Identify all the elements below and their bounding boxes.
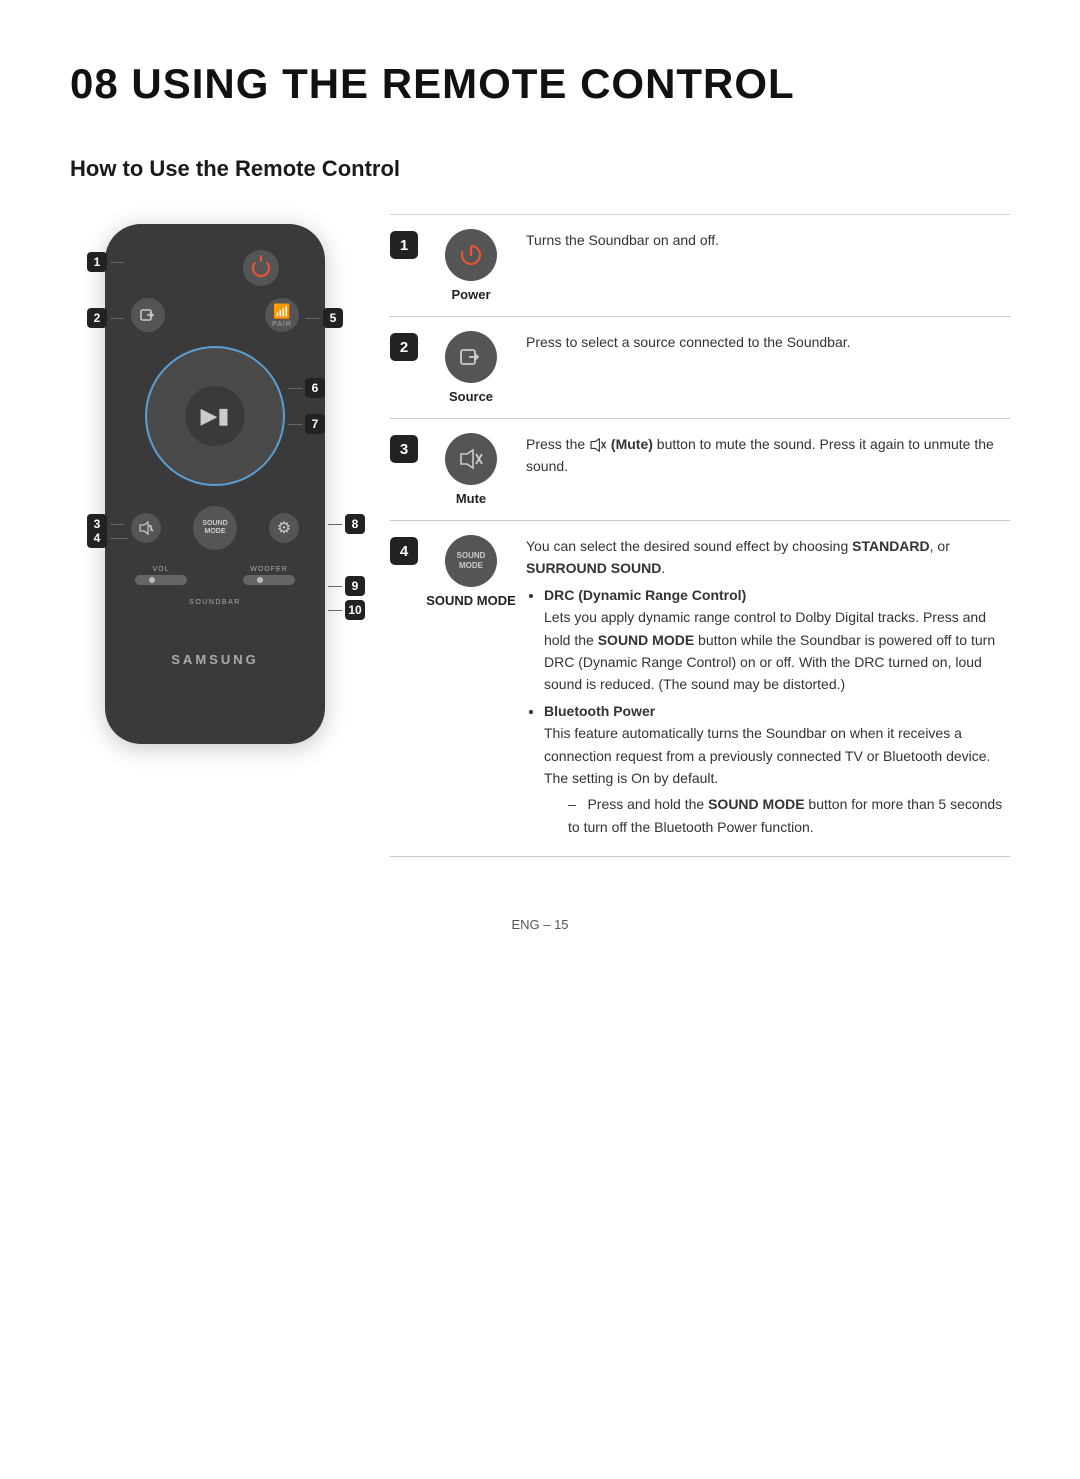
vol-woofer-row: 9 VOL 10 WOOFER: [121, 566, 309, 585]
badge-2-remote: 2: [87, 308, 107, 328]
title-text: 08 USING THE REMOTE CONTROL: [70, 60, 795, 107]
sound-mode-ref-2: SOUND MODE: [708, 796, 804, 812]
power-icon-label: Power: [451, 287, 490, 302]
footer-page: ENG – 15: [70, 917, 1010, 932]
bottom-row: 3 4 SOUNDMODE: [121, 506, 309, 550]
remote-control-wrap: 1 2: [70, 224, 360, 744]
badge-4-remote: 4: [87, 528, 107, 548]
source-button-remote[interactable]: [131, 298, 165, 332]
soundmode-icon-label: SOUND MODE: [426, 593, 516, 608]
mute-icon-remote: [138, 520, 154, 536]
table-row-source: 2 Source Press to select a source connec…: [390, 316, 1010, 418]
col-icon-source: Source: [426, 331, 516, 404]
mute-ref-icon: [589, 436, 607, 454]
source-desc: Press to select a source connected to th…: [516, 331, 1010, 353]
source-bt-row: 2 5 📶 PAIR: [121, 298, 309, 332]
col-num-3: 3: [390, 433, 426, 463]
source-icon-label: Source: [449, 389, 493, 404]
dpad-inner[interactable]: ▶▮: [185, 386, 245, 446]
gear-button-remote[interactable]: ⚙: [269, 513, 299, 543]
power-icon: [252, 259, 270, 277]
source-icon: [139, 306, 157, 324]
vol-slider-wrap: VOL: [131, 566, 191, 585]
bluetooth-button-remote[interactable]: 📶 PAIR: [265, 298, 299, 332]
woofer-slider[interactable]: [243, 575, 295, 585]
dpad-outer: ▶▮: [145, 346, 285, 486]
remote-control: 1 2: [105, 224, 325, 744]
num-badge-3: 3: [390, 435, 418, 463]
badge-10-remote: 10: [345, 600, 365, 620]
woofer-label: WOOFER: [250, 566, 288, 573]
power-icon-circle: [445, 229, 497, 281]
power-button-remote[interactable]: [243, 250, 279, 286]
woofer-slider-wrap: WOOFER: [239, 566, 299, 585]
dpad[interactable]: ▶▮ 6 7: [145, 346, 285, 486]
col-num-1: 1: [390, 229, 426, 259]
power-icon-svg: [457, 241, 485, 269]
soundbar-label: SOUNDBAR: [189, 599, 241, 606]
num-badge-2: 2: [390, 333, 418, 361]
surround-label: SURROUND SOUND: [526, 560, 661, 576]
button-table: 1 Power Turns the Soundbar on and off. 2: [390, 214, 1010, 857]
drc-bullet: DRC (Dynamic Range Control) Lets you app…: [544, 584, 1010, 696]
badge-7-remote: 7: [305, 414, 325, 434]
badge-9-remote: 9: [345, 576, 365, 596]
standard-label: STANDARD: [852, 538, 930, 554]
vol-label: VOL: [152, 566, 169, 573]
page-title: 08 USING THE REMOTE CONTROL: [70, 60, 1010, 108]
badge-1-remote: 1: [87, 252, 107, 272]
mute-button-remote[interactable]: [131, 513, 161, 543]
table-row-power: 1 Power Turns the Soundbar on and off.: [390, 214, 1010, 316]
bt-power-bullet: Bluetooth Power This feature automatical…: [544, 700, 1010, 838]
bt-power-title: Bluetooth Power: [544, 703, 655, 719]
bt-dash-text: – Press and hold the SOUND MODE button f…: [544, 793, 1010, 838]
soundmode-desc: You can select the desired sound effect …: [516, 535, 1010, 842]
pair-label: PAIR: [272, 321, 292, 328]
col-icon-soundmode: SOUNDMODE SOUND MODE: [426, 535, 516, 608]
col-icon-mute: Mute: [426, 433, 516, 506]
num-badge-4: 4: [390, 537, 418, 565]
badge-8-remote: 8: [345, 514, 365, 534]
soundmode-icon-circle: SOUNDMODE: [445, 535, 497, 587]
soundmode-bullets: DRC (Dynamic Range Control) Lets you app…: [526, 584, 1010, 838]
drc-title: DRC (Dynamic Range Control): [544, 587, 746, 603]
mute-icon-svg: [458, 446, 484, 472]
badge-6-remote: 6: [305, 378, 325, 398]
remote-top-row: 1: [121, 250, 309, 286]
soundmode-btn-label: SOUNDMODE: [202, 520, 227, 537]
mute-icon-circle: [445, 433, 497, 485]
mute-bold-ref: (Mute): [611, 436, 653, 452]
power-desc: Turns the Soundbar on and off.: [516, 229, 1010, 251]
content-area: 1 2: [70, 214, 1010, 857]
col-num-4: 4: [390, 535, 426, 565]
section-title: How to Use the Remote Control: [70, 156, 1010, 182]
col-icon-power: Power: [426, 229, 516, 302]
samsung-label: SAMSUNG: [171, 652, 258, 667]
table-row-mute: 3 Mute Press the (Mute) button to mute t…: [390, 418, 1010, 520]
col-num-2: 2: [390, 331, 426, 361]
soundmode-icon-text: SOUNDMODE: [457, 551, 486, 572]
table-row-soundmode: 4 SOUNDMODE SOUND MODE You can select th…: [390, 520, 1010, 857]
source-icon-svg: [458, 344, 484, 370]
num-badge-1: 1: [390, 231, 418, 259]
vol-slider[interactable]: [135, 575, 187, 585]
sound-mode-ref-1: SOUND MODE: [598, 632, 694, 648]
badge-5-remote: 5: [323, 308, 343, 328]
mute-icon-label: Mute: [456, 491, 486, 506]
source-icon-circle: [445, 331, 497, 383]
mute-desc: Press the (Mute) button to mute the soun…: [516, 433, 1010, 478]
soundmode-button-remote[interactable]: SOUNDMODE: [193, 506, 237, 550]
